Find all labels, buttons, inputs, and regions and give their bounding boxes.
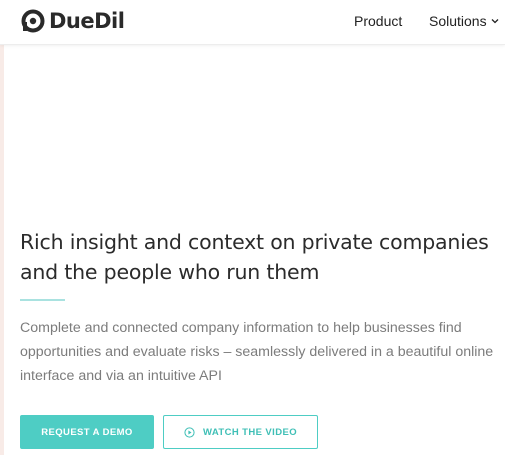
nav-solutions[interactable]: Solutions [429,12,499,30]
logo-text: DueDil [49,9,125,33]
page: DueDil Product Solutions Rich insight an… [0,0,505,455]
nav-solutions-label: Solutions [429,13,487,29]
nav-product[interactable]: Product [354,12,402,30]
left-edge-strip [0,0,4,455]
request-demo-button[interactable]: REQUEST A DEMO [20,415,154,449]
accent-divider [20,299,65,301]
hero-description: Complete and connected company informati… [20,320,494,384]
logo[interactable]: DueDil [21,9,125,33]
hero-headline: Rich insight and context on private comp… [20,230,489,284]
watch-video-button[interactable]: WATCH THE VIDEO [163,415,318,449]
play-circle-icon [184,426,195,438]
duedil-logo-icon [21,9,45,33]
watch-video-label: WATCH THE VIDEO [203,426,297,438]
site-header: DueDil Product Solutions [0,0,505,45]
chevron-down-icon [491,19,499,24]
request-demo-label: REQUEST A DEMO [41,426,133,438]
